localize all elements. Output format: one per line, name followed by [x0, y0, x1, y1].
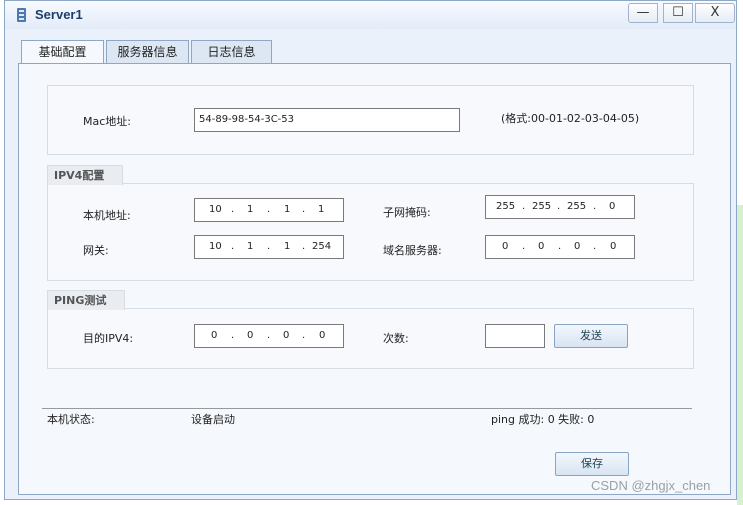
- ipv4-group: 本机地址: 10 . 1 . 1 . 1 子网掩码: 255 . 255 . 2…: [47, 183, 694, 281]
- dns-label: 域名服务器:: [383, 244, 442, 257]
- ip-dot: .: [231, 330, 235, 341]
- ip-octet: 1: [284, 241, 291, 252]
- send-button[interactable]: 发送: [554, 324, 628, 348]
- ip-dot: .: [231, 241, 235, 252]
- ip-octet: 0: [319, 330, 326, 341]
- tab-log-info[interactable]: 日志信息: [191, 40, 272, 63]
- ping-group: 目的IPV4: 0 . 0 . 0 . 0 次数: 发送: [47, 308, 694, 369]
- mac-label: Mac地址:: [83, 115, 131, 128]
- ip-octet: 0: [247, 330, 254, 341]
- ip-octet: 1: [247, 241, 254, 252]
- ip-octet: 0: [283, 330, 290, 341]
- ip-dot: .: [267, 204, 271, 215]
- basic-config-panel: Mac地址: 54-89-98-54-3C-53 (格式:00-01-02-03…: [18, 63, 731, 495]
- ip-dot: .: [302, 204, 306, 215]
- tab-basic-config[interactable]: 基础配置: [21, 40, 104, 64]
- save-button[interactable]: 保存: [555, 452, 629, 476]
- ip-octet: 10: [209, 241, 222, 252]
- ip-octet: 0: [609, 201, 616, 212]
- title-bar[interactable]: Server1 — ☐ X: [5, 1, 736, 29]
- ip-octet: 0: [211, 330, 218, 341]
- ip-octet: 0: [538, 241, 545, 252]
- mac-group: Mac地址: 54-89-98-54-3C-53 (格式:00-01-02-03…: [47, 85, 694, 155]
- dest-ipv4-label: 目的IPV4:: [83, 332, 134, 345]
- ip-dot: .: [267, 330, 271, 341]
- minimize-button[interactable]: —: [628, 3, 658, 23]
- ping-group-title: PING测试: [47, 290, 125, 310]
- ip-dot: .: [557, 201, 561, 212]
- ip-octet: 1: [318, 204, 325, 215]
- ip-octet: 0: [502, 241, 509, 252]
- server-app-icon: [17, 8, 26, 22]
- ip-dot: .: [267, 241, 271, 252]
- ping-result: ping 成功: 0 失败: 0: [491, 413, 595, 426]
- subnet-mask-label: 子网掩码:: [383, 206, 431, 219]
- ip-dot: .: [593, 241, 597, 252]
- local-ip-field[interactable]: 10 . 1 . 1 . 1: [194, 198, 344, 222]
- maximize-button[interactable]: ☐: [663, 3, 693, 23]
- gateway-label: 网关:: [83, 244, 109, 257]
- ip-dot: .: [522, 241, 526, 252]
- csdn-watermark: CSDN @zhgjx_chen: [591, 478, 711, 493]
- close-button[interactable]: X: [695, 3, 735, 23]
- server1-dialog: Server1 — ☐ X 基础配置 服务器信息 日志信息 Mac地址: 54-…: [4, 0, 737, 500]
- gateway-field[interactable]: 10 . 1 . 1 . 254: [194, 235, 344, 259]
- ip-dot: .: [231, 204, 235, 215]
- ip-dot: .: [522, 201, 526, 212]
- ip-dot: .: [302, 241, 306, 252]
- subnet-mask-field[interactable]: 255 . 255 . 255 . 0: [485, 195, 635, 219]
- mac-address-field[interactable]: 54-89-98-54-3C-53: [194, 108, 460, 132]
- status-value: 设备启动: [191, 413, 235, 426]
- ip-octet: 254: [312, 241, 332, 252]
- ip-octet: 255: [532, 201, 552, 212]
- background-window-edge-right: [737, 205, 743, 505]
- local-ip-label: 本机地址:: [83, 209, 131, 222]
- ip-octet: 10: [209, 204, 222, 215]
- ipv4-group-title: IPV4配置: [47, 165, 123, 185]
- ip-octet: 255: [496, 201, 516, 212]
- ping-count-field[interactable]: [485, 324, 545, 348]
- ip-octet: 1: [247, 204, 254, 215]
- dns-field[interactable]: 0 . 0 . 0 . 0: [485, 235, 635, 259]
- status-divider: [42, 408, 692, 409]
- ip-octet: 255: [567, 201, 587, 212]
- ip-octet: 0: [610, 241, 617, 252]
- window-title: Server1: [35, 7, 83, 22]
- ip-dot: .: [302, 330, 306, 341]
- ping-count-label: 次数:: [383, 332, 409, 345]
- tab-server-info[interactable]: 服务器信息: [106, 40, 189, 63]
- ip-dot: .: [593, 201, 597, 212]
- ip-octet: 1: [284, 204, 291, 215]
- mac-address-value: 54-89-98-54-3C-53: [199, 114, 295, 125]
- mac-format-hint: (格式:00-01-02-03-04-05): [501, 112, 640, 125]
- dest-ipv4-field[interactable]: 0 . 0 . 0 . 0: [194, 324, 344, 348]
- ip-octet: 0: [574, 241, 581, 252]
- status-label: 本机状态:: [47, 413, 95, 426]
- ip-dot: .: [558, 241, 562, 252]
